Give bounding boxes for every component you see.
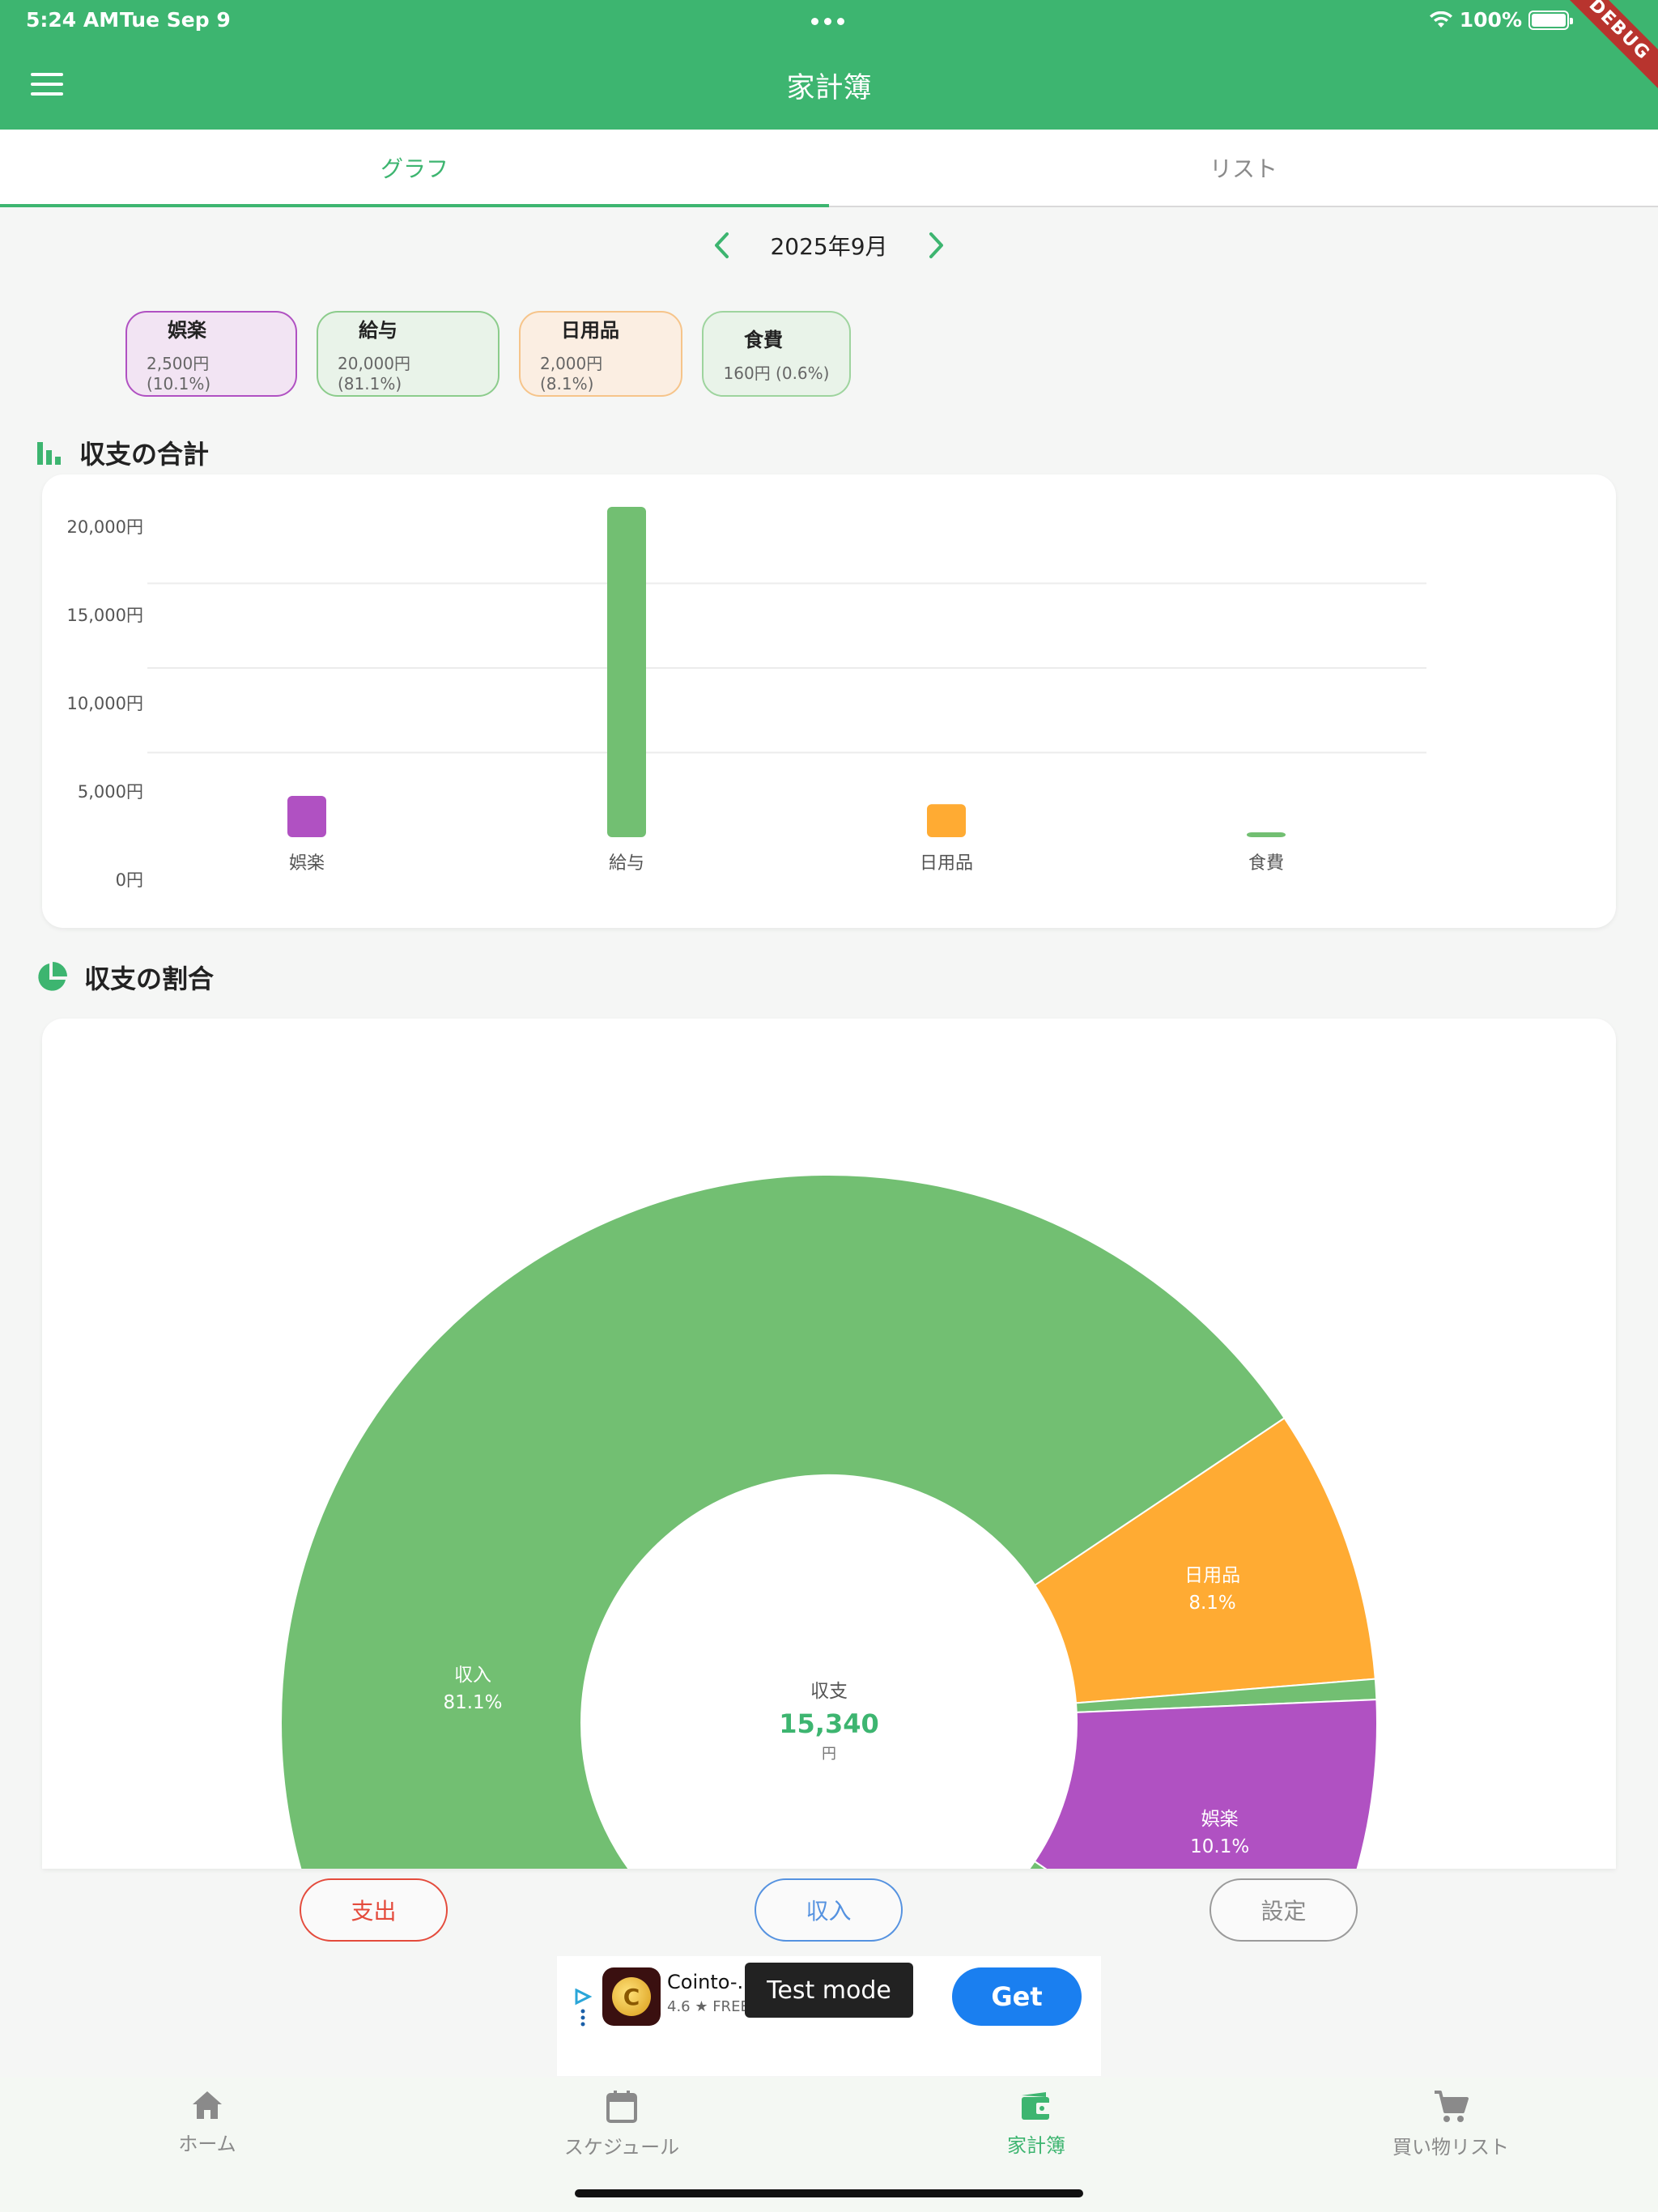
coin-icon: C xyxy=(612,1977,651,2016)
tab-list[interactable]: リスト xyxy=(829,130,1658,206)
multitask-dots-icon[interactable] xyxy=(811,18,844,25)
pie-percent: 81.1% xyxy=(443,1692,502,1713)
x-tick-label: 食費 xyxy=(1248,853,1284,874)
chip-value: 2,000円 (8.1%) xyxy=(540,354,603,393)
pie-chart-icon xyxy=(38,962,67,991)
pie-label: 娯楽 xyxy=(1201,1809,1239,1830)
expense-button[interactable]: 支出 xyxy=(300,1878,448,1942)
chip-name: 日用品 xyxy=(561,319,619,342)
wallet-icon xyxy=(1022,2092,1051,2120)
pie-chart-card: 日用品 8.1% 娯楽 10.1% 収入 81.1% 収支 15,340 円 xyxy=(42,1019,1616,1869)
y-tick-label: 0円 xyxy=(116,870,143,890)
x-tick-label: 給与 xyxy=(609,853,644,874)
ad-banner[interactable]: C Cointo-.. 4.6 ★ FREE Test mode Get xyxy=(557,1956,1101,2076)
action-buttons: 支出 収入 設定 xyxy=(0,1878,1658,1959)
chip-entertainment[interactable]: 娯楽 2,500円 (10.1%) xyxy=(125,311,297,397)
ad-app-icon[interactable]: C xyxy=(602,1967,661,2026)
calendar-icon xyxy=(606,2091,637,2123)
tab-bar: グラフ リスト xyxy=(0,130,1658,207)
nav-schedule-label: スケジュール xyxy=(563,2136,680,2159)
home-icon xyxy=(193,2091,222,2119)
nav-home[interactable]: ホーム xyxy=(0,2078,414,2212)
chip-name: 給与 xyxy=(359,319,397,342)
ratio-section-title: 収支の割合 xyxy=(84,963,215,994)
bar-3 xyxy=(1247,832,1286,837)
chip-value: 20,000円 (81.1%) xyxy=(338,354,410,393)
test-mode-badge: Test mode xyxy=(745,1963,913,2018)
chip-value: 160円 (0.6%) xyxy=(723,364,830,383)
wifi-icon xyxy=(1429,11,1453,29)
status-right: 100% xyxy=(1429,8,1573,32)
income-button[interactable]: 収入 xyxy=(755,1878,903,1942)
ratio-section-header: 収支の割合 xyxy=(36,959,214,996)
chevron-left-icon xyxy=(715,232,729,258)
y-tick-label: 5,000円 xyxy=(78,782,143,802)
bar-2 xyxy=(927,804,966,837)
prev-month-button[interactable] xyxy=(705,225,738,266)
settings-button[interactable]: 設定 xyxy=(1209,1878,1358,1942)
ad-get-button[interactable]: Get xyxy=(952,1967,1082,2026)
ad-app-name: Cointo-.. xyxy=(667,1971,750,1993)
totals-section-title: 収支の合計 xyxy=(79,439,210,470)
ad-rating: 4.6 ★ FREE xyxy=(667,1998,750,2015)
nav-shopping[interactable]: 買い物リスト xyxy=(1244,2078,1658,2212)
cart-icon xyxy=(1435,2091,1469,2122)
y-tick-label: 20,000円 xyxy=(67,517,143,537)
pie-percent: 8.1% xyxy=(1188,1593,1235,1614)
chip-food[interactable]: 食費 160円 (0.6%) xyxy=(702,311,851,397)
chevron-right-icon xyxy=(929,232,943,258)
nav-household-label: 家計簿 xyxy=(1007,2134,1065,2157)
chip-name: 食費 xyxy=(744,329,783,351)
pie-percent: 10.1% xyxy=(1190,1836,1249,1857)
donut-center-value: 15,340 xyxy=(779,1708,878,1739)
next-month-button[interactable] xyxy=(920,225,953,266)
battery-percent: 100% xyxy=(1459,8,1522,32)
y-tick-label: 15,000円 xyxy=(67,606,143,625)
y-tick-label: 10,000円 xyxy=(67,694,143,713)
bar-chart: 0円 5,000円 10,000円 15,000円 20,000円娯楽 給与 日用品 食費 xyxy=(67,507,1426,890)
ad-choices-icon[interactable] xyxy=(573,1989,593,2029)
donut-chart: 日用品 8.1% 娯楽 10.1% 収入 81.1% 収支 15,340 円 xyxy=(280,1174,1378,1869)
chip-salary[interactable]: 給与 20,000円 (81.1%) xyxy=(317,311,500,397)
month-navigator: 2025年9月 xyxy=(0,225,1658,266)
status-date: Tue Sep 9 xyxy=(120,8,231,32)
bar-0 xyxy=(287,796,326,837)
donut-center-unit: 円 xyxy=(822,1746,836,1763)
chip-name: 娯楽 xyxy=(168,319,206,342)
totals-section-header: 収支の合計 xyxy=(36,434,209,471)
bar-chart-icon xyxy=(37,442,61,465)
donut-center-label: 収支 xyxy=(810,1681,848,1702)
pie-label: 日用品 xyxy=(1184,1565,1240,1586)
nav-shopping-label: 買い物リスト xyxy=(1392,2136,1509,2159)
x-tick-label: 日用品 xyxy=(920,853,973,874)
app-bar: 5:24 AM Tue Sep 9 100% DEBUG 家計簿 xyxy=(0,0,1658,130)
status-time: 5:24 AM xyxy=(26,8,120,32)
pie-label: 収入 xyxy=(454,1665,491,1686)
bar-1 xyxy=(607,507,646,837)
home-indicator xyxy=(575,2189,1083,2197)
battery-icon xyxy=(1528,10,1573,30)
x-tick-label: 娯楽 xyxy=(289,853,325,874)
tab-graph[interactable]: グラフ xyxy=(0,130,829,207)
category-chips: 娯楽 2,500円 (10.1%) 給与 20,000円 (81.1%) 日用品… xyxy=(125,311,851,397)
chip-value: 2,500円 (10.1%) xyxy=(147,354,211,393)
month-label: 2025年9月 xyxy=(770,233,888,260)
bar-chart-card: 0円 5,000円 10,000円 15,000円 20,000円娯楽 給与 日用品 食費 xyxy=(42,474,1616,928)
chip-daily-goods[interactable]: 日用品 2,000円 (8.1%) xyxy=(519,311,682,397)
page-title: 家計簿 xyxy=(786,72,872,104)
nav-home-label: ホーム xyxy=(178,2133,236,2155)
